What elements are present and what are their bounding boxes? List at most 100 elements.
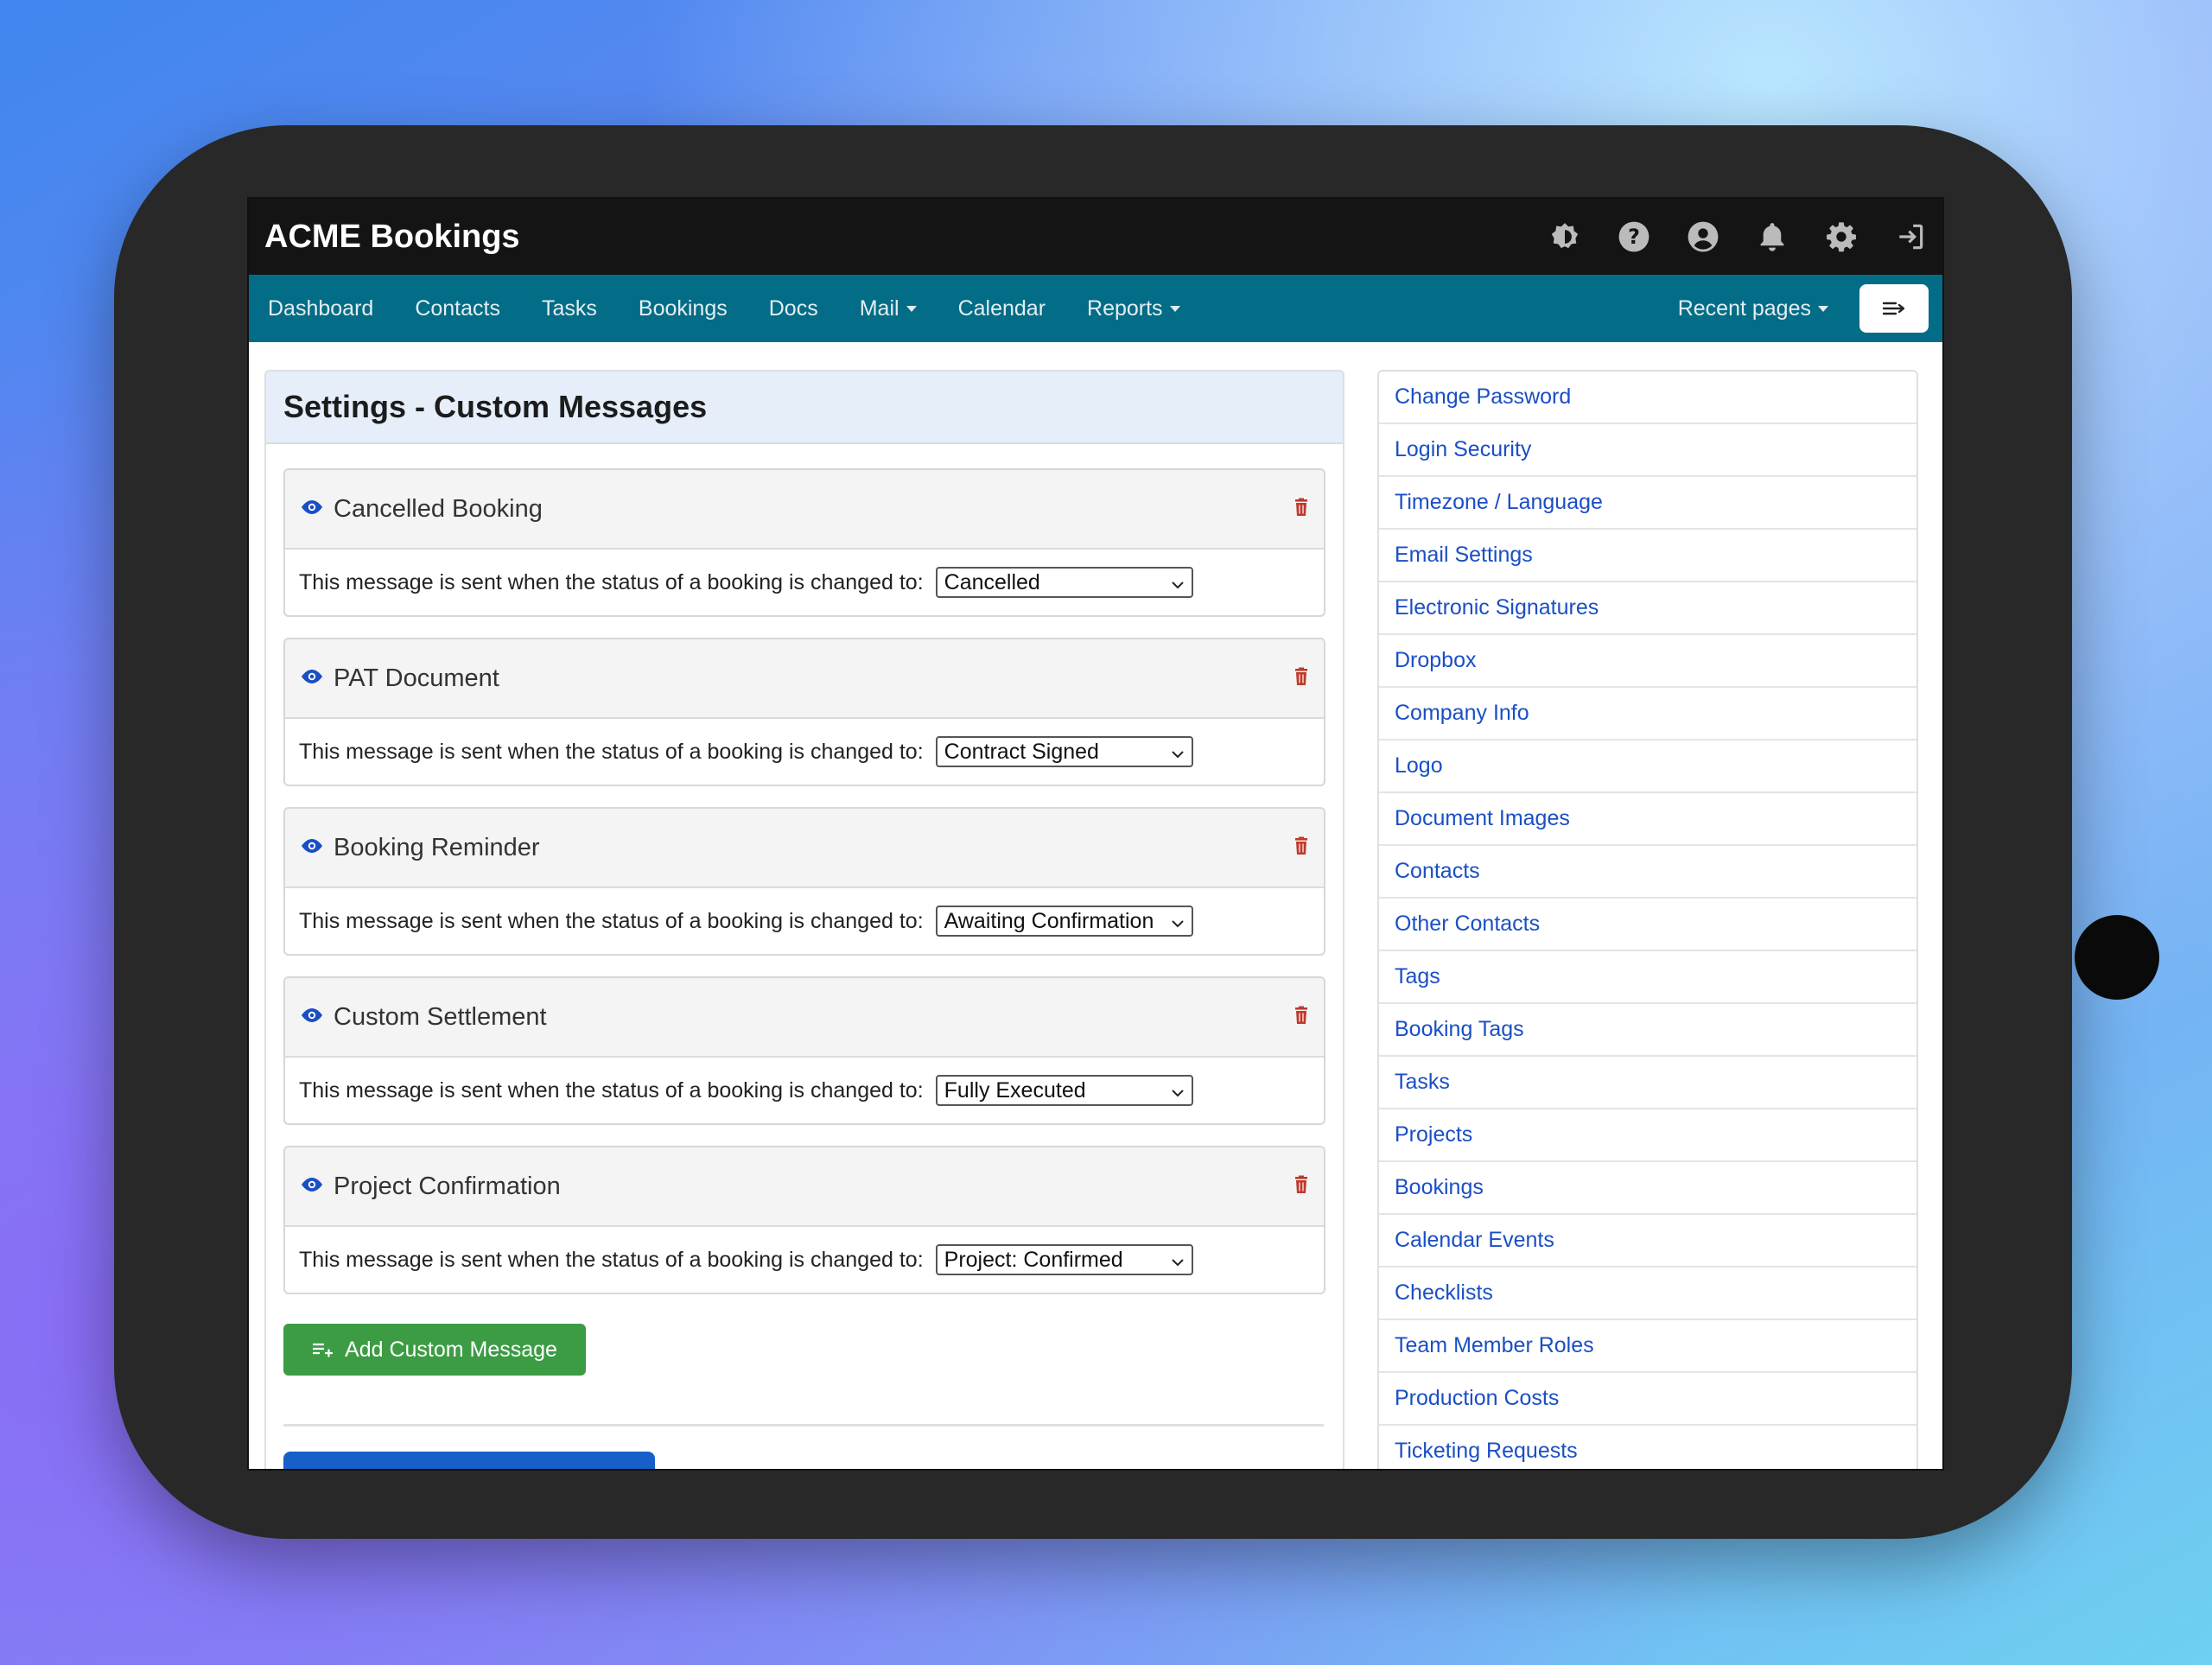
sidebar-item-company-info[interactable]: Company Info	[1379, 688, 1916, 740]
eye-icon[interactable]	[299, 668, 325, 690]
sidebar-item-logo[interactable]: Logo	[1379, 740, 1916, 793]
trash-icon[interactable]	[1293, 1175, 1310, 1198]
chevron-down-icon	[1171, 909, 1185, 934]
message-card-body: This message is sent when the status of …	[285, 888, 1324, 954]
add-custom-message-button[interactable]: Add Custom Message	[283, 1324, 586, 1376]
trash-icon[interactable]	[1293, 836, 1310, 860]
message-card-header: Cancelled Booking	[285, 470, 1324, 550]
brightness-icon[interactable]	[1548, 220, 1581, 253]
top-bar: ACME Bookings ?	[249, 199, 1942, 275]
status-select[interactable]: Awaiting Confirmation	[935, 906, 1193, 937]
nav-item-label: Tasks	[541, 296, 597, 321]
eye-icon[interactable]	[299, 1176, 325, 1198]
message-card-body: This message is sent when the status of …	[285, 1227, 1324, 1293]
nav-item-label: Reports	[1087, 296, 1163, 321]
sidebar-item-timezone-language[interactable]: Timezone / Language	[1379, 477, 1916, 530]
recent-pages-dropdown[interactable]: Recent pages	[1678, 296, 1828, 321]
custom-message-card: Custom Settlement This message is sent wh…	[283, 976, 1325, 1125]
content-area: Settings - Custom Messages Add Custom Me…	[249, 342, 1942, 1469]
sidebar-item-bookings[interactable]: Bookings	[1379, 1162, 1916, 1215]
eye-icon[interactable]	[299, 499, 325, 520]
sidebar-item-tasks[interactable]: Tasks	[1379, 1057, 1916, 1109]
message-card-header: Project Confirmation	[285, 1147, 1324, 1227]
message-description: This message is sent when the status of …	[299, 739, 924, 764]
sidebar-item-checklists[interactable]: Checklists	[1379, 1268, 1916, 1320]
nav-item-contacts[interactable]: Contacts	[415, 296, 500, 321]
custom-message-card: Booking Reminder This message is sent whe…	[283, 807, 1325, 956]
status-select-value: Contract Signed	[944, 739, 1099, 764]
nav-item-label: Mail	[859, 296, 899, 321]
section-divider	[283, 1424, 1324, 1427]
bell-icon[interactable]	[1756, 220, 1789, 253]
message-title[interactable]: Booking Reminder	[334, 834, 540, 862]
status-select[interactable]: Project: Confirmed	[935, 1244, 1193, 1275]
status-select[interactable]: Contract Signed	[935, 736, 1193, 767]
top-icons: ?	[1548, 220, 1927, 253]
message-title[interactable]: Cancelled Booking	[334, 495, 543, 524]
sidebar-item-tags[interactable]: Tags	[1379, 951, 1916, 1004]
recent-pages-label: Recent pages	[1677, 296, 1811, 321]
trash-icon[interactable]	[1293, 667, 1310, 690]
account-icon[interactable]	[1687, 220, 1719, 253]
primary-button-partial[interactable]	[283, 1452, 655, 1469]
nav-item-label: Dashboard	[268, 296, 374, 321]
message-title[interactable]: Project Confirmation	[334, 1172, 561, 1201]
sidebar-item-dropbox[interactable]: Dropbox	[1379, 635, 1916, 688]
status-select[interactable]: Fully Executed	[935, 1075, 1193, 1106]
message-title-group: Booking Reminder	[299, 834, 540, 862]
message-title[interactable]: PAT Document	[334, 664, 499, 693]
message-description: This message is sent when the status of …	[299, 569, 924, 594]
sidebar-item-change-password[interactable]: Change Password	[1379, 372, 1916, 424]
status-select-value: Cancelled	[944, 569, 1040, 594]
nav-item-calendar[interactable]: Calendar	[958, 296, 1046, 321]
playlist-add-icon	[313, 1343, 334, 1357]
message-card-header: PAT Document	[285, 639, 1324, 719]
sidebar-item-calendar-events[interactable]: Calendar Events	[1379, 1215, 1916, 1268]
sidebar-item-projects[interactable]: Projects	[1379, 1109, 1916, 1162]
status-select-value: Project: Confirmed	[944, 1247, 1123, 1272]
sidebar-item-login-security[interactable]: Login Security	[1379, 424, 1916, 477]
status-select-value: Awaiting Confirmation	[944, 908, 1154, 933]
nav-item-dashboard[interactable]: Dashboard	[268, 296, 373, 321]
message-title[interactable]: Custom Settlement	[334, 1003, 547, 1032]
home-button[interactable]	[2075, 915, 2159, 1000]
nav-item-bookings[interactable]: Bookings	[639, 296, 728, 321]
sidebar-item-document-images[interactable]: Document Images	[1379, 793, 1916, 846]
nav-item-mail[interactable]: Mail	[860, 296, 917, 321]
sidebar-toggle-button[interactable]	[1859, 284, 1929, 333]
message-title-group: Cancelled Booking	[299, 495, 543, 524]
sidebar-item-booking-tags[interactable]: Booking Tags	[1379, 1004, 1916, 1057]
sidebar-item-team-member-roles[interactable]: Team Member Roles	[1379, 1320, 1916, 1373]
message-card-header: Booking Reminder	[285, 809, 1324, 888]
nav-item-docs[interactable]: Docs	[769, 296, 818, 321]
sidebar-item-email-settings[interactable]: Email Settings	[1379, 530, 1916, 582]
eye-icon[interactable]	[299, 1007, 325, 1028]
chevron-down-icon	[1171, 740, 1185, 765]
nav-item-tasks[interactable]: Tasks	[542, 296, 597, 321]
help-icon[interactable]: ?	[1618, 220, 1650, 253]
trash-icon[interactable]	[1293, 1006, 1310, 1029]
sidebar-item-contacts[interactable]: Contacts	[1379, 846, 1916, 899]
nav-item-reports[interactable]: Reports	[1087, 296, 1180, 321]
message-card-body: This message is sent when the status of …	[285, 1058, 1324, 1123]
message-title-group: Custom Settlement	[299, 1003, 547, 1032]
status-select[interactable]: Cancelled	[935, 567, 1193, 598]
nav-right: Recent pages	[1678, 284, 1929, 333]
message-title-group: PAT Document	[299, 664, 499, 693]
svg-text:?: ?	[1628, 225, 1640, 249]
custom-message-card: PAT Document This message is sent when th…	[283, 638, 1325, 786]
message-title-group: Project Confirmation	[299, 1172, 561, 1201]
app-title: ACME Bookings	[264, 218, 520, 255]
gear-icon[interactable]	[1825, 220, 1858, 253]
sidebar-item-production-costs[interactable]: Production Costs	[1379, 1373, 1916, 1426]
trash-icon[interactable]	[1293, 498, 1310, 521]
sidebar-item-ticketing-requests[interactable]: Ticketing Requests	[1379, 1426, 1916, 1469]
logout-icon[interactable]	[1894, 220, 1927, 253]
sidebar-item-electronic-signatures[interactable]: Electronic Signatures	[1379, 582, 1916, 635]
eye-icon[interactable]	[299, 837, 325, 859]
message-card-body: This message is sent when the status of …	[285, 550, 1324, 615]
chevron-down-icon	[906, 305, 917, 312]
sidebar-item-other-contacts[interactable]: Other Contacts	[1379, 899, 1916, 951]
nav-links: Dashboard Contacts Tasks Bookings Docs Mail Ca…	[268, 296, 1180, 321]
message-description: This message is sent when the status of …	[299, 1077, 924, 1103]
